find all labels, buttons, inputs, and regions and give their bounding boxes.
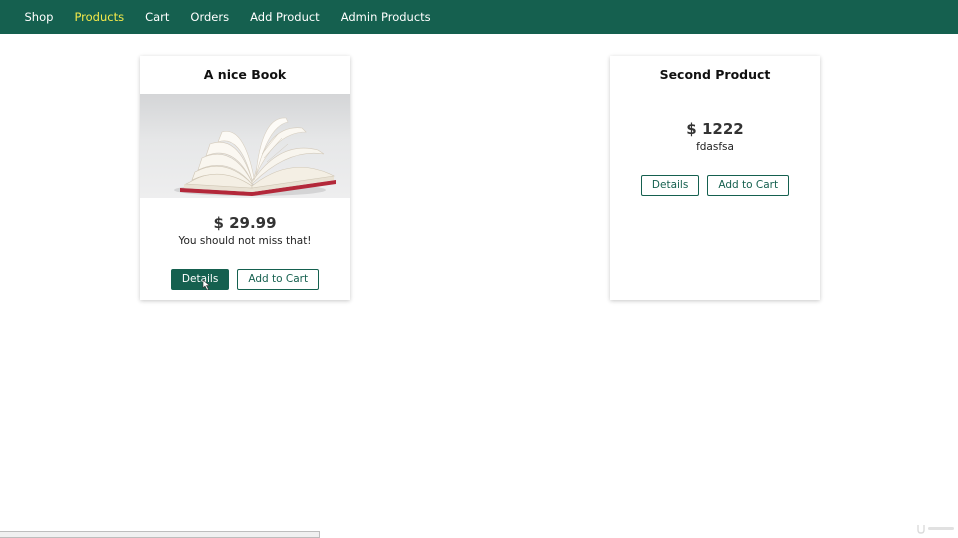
nav-item-add-product[interactable]: Add Product <box>250 10 320 24</box>
product-image <box>140 94 350 198</box>
add-to-cart-button[interactable]: Add to Cart <box>237 269 320 290</box>
product-description: You should not miss that! <box>178 235 312 247</box>
product-title: A nice Book <box>203 67 287 82</box>
nav-item-admin-products[interactable]: Admin Products <box>341 10 431 24</box>
pointer-cursor-icon <box>202 280 210 290</box>
details-button[interactable]: Details <box>640 175 700 196</box>
product-price: $ 1222 <box>686 120 744 138</box>
udemy-logo-icon <box>917 525 954 534</box>
nav-item-orders[interactable]: Orders <box>190 10 229 24</box>
product-title: Second Product <box>659 67 771 82</box>
add-to-cart-button[interactable]: Add to Cart <box>707 175 790 196</box>
product-card: A nice Book $ 29.99 You should not miss … <box>140 56 350 300</box>
nav-item-products[interactable]: Products <box>74 10 124 24</box>
browser-status-bar <box>0 531 320 538</box>
product-actions: Details Add to Cart <box>610 175 820 196</box>
open-book-image <box>174 117 336 196</box>
top-navigation-bar: Shop Products Cart Orders Add Product Ad… <box>0 0 958 34</box>
product-card: Second Product $ 1222 fdasfsa Details Ad… <box>610 56 820 300</box>
nav-item-shop[interactable]: Shop <box>25 10 54 24</box>
product-description: fdasfsa <box>696 141 734 153</box>
product-actions: Details Add to Cart <box>140 269 350 290</box>
product-price: $ 29.99 <box>213 214 277 232</box>
details-button[interactable]: Details <box>170 269 230 290</box>
nav-item-cart[interactable]: Cart <box>145 10 169 24</box>
